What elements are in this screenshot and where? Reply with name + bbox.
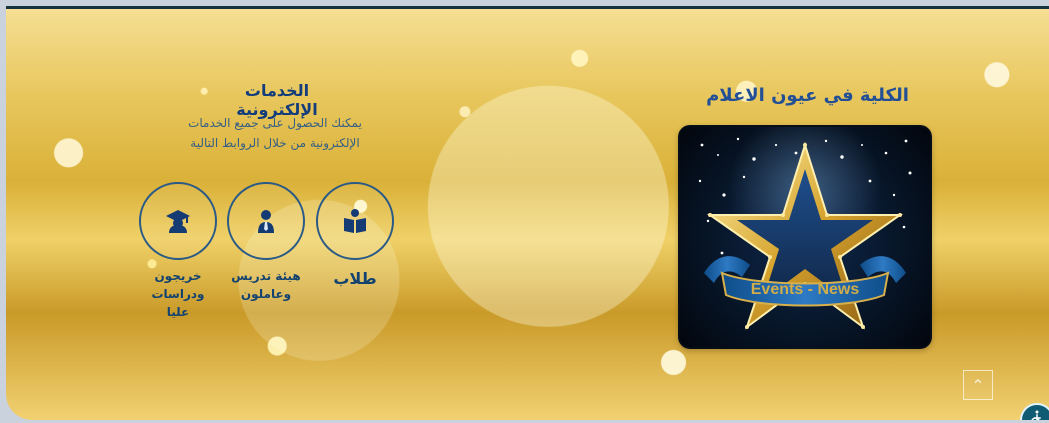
- students-service-ring[interactable]: [316, 182, 394, 260]
- events-news-text: Events - News: [751, 281, 860, 298]
- staff-service-label-line-1: هيئة تدريس: [231, 269, 301, 283]
- events-news-artwork: Events - News: [698, 137, 912, 330]
- graduates-service-link[interactable]: خريجون ودراسات عليا: [138, 182, 218, 321]
- staff-icon: [252, 207, 280, 235]
- staff-service-label-line-2: وعاملون: [240, 287, 292, 301]
- media-title: الكلية في عيون الاعلام: [706, 85, 909, 106]
- accessibility-button[interactable]: [1020, 403, 1049, 420]
- chevron-up-icon: ⌃: [971, 375, 985, 395]
- media-card[interactable]: Events - News: [678, 125, 932, 349]
- graduates-service-label-line-2: ودراسات: [151, 287, 205, 301]
- staff-service-label: هيئة تدريس وعاملون: [231, 267, 300, 303]
- graduates-service-label-line-3: عليا: [166, 305, 190, 319]
- staff-service-link[interactable]: هيئة تدريس وعاملون: [226, 182, 306, 303]
- hero-section: الخدمات الإلكترونية يمكنك الحصول على جمي…: [6, 6, 1049, 420]
- book-icon: [341, 207, 369, 235]
- services-description-line-1: يمكنك الحصول على جميع الخدمات: [188, 116, 362, 130]
- students-service-label: طلاب: [333, 269, 377, 288]
- graduates-service-label: خريجون ودراسات عليا: [151, 267, 204, 321]
- staff-service-ring[interactable]: [227, 182, 305, 260]
- students-service-link[interactable]: طلاب: [315, 182, 395, 288]
- graduates-service-label-line-1: خريجون: [154, 269, 202, 283]
- graduates-service-ring[interactable]: [139, 182, 217, 260]
- graduate-icon: [164, 207, 192, 235]
- services-description: يمكنك الحصول على جميع الخدمات الإلكتروني…: [170, 113, 380, 153]
- accessibility-icon: [1028, 409, 1046, 420]
- services-description-line-2: الإلكترونية من خلال الروابط التالية: [190, 136, 360, 150]
- scroll-top-button[interactable]: ⌃: [963, 370, 993, 400]
